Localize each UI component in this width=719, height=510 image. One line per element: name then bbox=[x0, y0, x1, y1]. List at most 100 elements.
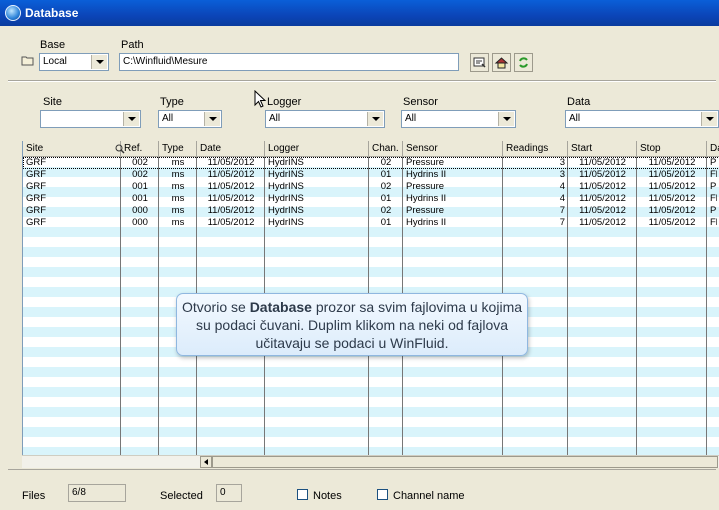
chevron-down-icon[interactable] bbox=[91, 55, 107, 69]
selected-count-field: 0 bbox=[216, 484, 242, 502]
home-icon bbox=[494, 57, 509, 69]
cell-sensor: Pressure bbox=[406, 181, 445, 192]
column-header-ref[interactable]: Ref. bbox=[121, 141, 159, 157]
cell-type: ms bbox=[171, 169, 185, 180]
sensor-filter-select[interactable]: All bbox=[401, 110, 516, 128]
files-count: 6/8 bbox=[72, 487, 86, 498]
type-filter-value: All bbox=[162, 113, 174, 124]
path-value: C:\Winfluid\Mesure bbox=[123, 56, 208, 67]
table-row[interactable]: GRF 002 ms 11/05/2012 HydrINS 02 Pressure 3 11/0… bbox=[23, 157, 719, 169]
sensor-filter-label: Sensor bbox=[403, 96, 438, 108]
cell-ref: 002 bbox=[132, 169, 148, 180]
horizontal-scrollbar[interactable] bbox=[22, 455, 719, 468]
base-select-value: Local bbox=[43, 56, 67, 67]
refresh-button[interactable] bbox=[514, 53, 533, 72]
cell-site: GRF bbox=[26, 157, 47, 168]
base-select[interactable]: Local bbox=[39, 53, 109, 71]
logger-filter-select[interactable]: All bbox=[265, 110, 385, 128]
cell-readings: 7 bbox=[559, 217, 565, 228]
column-header-chan[interactable]: Chan. bbox=[369, 141, 403, 157]
chevron-down-icon[interactable] bbox=[204, 112, 220, 126]
cell-logger: HydrINS bbox=[268, 193, 304, 204]
chevron-down-icon[interactable] bbox=[498, 112, 514, 126]
cell-ref: 001 bbox=[132, 193, 148, 204]
base-label: Base bbox=[40, 39, 66, 51]
cell-site: GRF bbox=[26, 193, 47, 204]
type-filter-select[interactable]: All bbox=[158, 110, 222, 128]
cell-chan: 01 bbox=[380, 193, 392, 204]
cell-sensor: Hydrins II bbox=[406, 193, 447, 204]
callout-text-bold: Database bbox=[249, 299, 312, 315]
cell-chan: 02 bbox=[380, 205, 392, 216]
row-indicator-column bbox=[8, 141, 23, 455]
cell-data: Pr bbox=[710, 205, 717, 216]
channel-name-label: Channel name bbox=[393, 490, 465, 502]
chevron-down-icon[interactable] bbox=[367, 112, 383, 126]
cell-site: GRF bbox=[26, 181, 47, 192]
magnifier-sort-icon[interactable] bbox=[115, 144, 125, 154]
data-filter-value: All bbox=[569, 113, 581, 124]
column-header-data[interactable]: Da bbox=[707, 141, 719, 157]
cell-site: GRF bbox=[26, 205, 47, 216]
cell-date: 11/05/2012 bbox=[207, 217, 255, 228]
cell-chan: 01 bbox=[380, 169, 392, 180]
channel-name-checkbox[interactable] bbox=[377, 489, 388, 500]
selected-count: 0 bbox=[220, 487, 226, 498]
cell-ref: 000 bbox=[132, 205, 148, 216]
files-count-field: 6/8 bbox=[68, 484, 126, 502]
scroll-thumb[interactable] bbox=[212, 456, 718, 468]
type-filter-label: Type bbox=[160, 96, 184, 108]
cell-date: 11/05/2012 bbox=[207, 181, 255, 192]
cell-stop: 11/05/2012 bbox=[648, 193, 696, 204]
cell-logger: HydrINS bbox=[268, 205, 304, 216]
table-row[interactable]: GRF 001 ms 11/05/2012 HydrINS 02 Pressure 4 11/0… bbox=[23, 181, 719, 193]
path-input[interactable]: C:\Winfluid\Mesure bbox=[119, 53, 459, 71]
chevron-down-icon[interactable] bbox=[701, 112, 717, 126]
cell-data: Flo bbox=[710, 193, 717, 204]
cell-sensor: Pressure bbox=[406, 205, 445, 216]
column-header-type[interactable]: Type bbox=[159, 141, 197, 157]
cell-start: 11/05/2012 bbox=[579, 157, 626, 168]
column-header-date[interactable]: Date bbox=[197, 141, 265, 157]
cell-sensor: Hydrins II bbox=[406, 169, 447, 180]
callout-text-1: Otvorio se bbox=[181, 299, 250, 315]
table-row[interactable]: GRF 002 ms 11/05/2012 HydrINS 01 Hydrins II 3 11… bbox=[23, 169, 719, 181]
cell-logger: HydrINS bbox=[268, 217, 304, 228]
home-button[interactable] bbox=[492, 53, 511, 72]
status-separator bbox=[8, 469, 716, 470]
column-header-site[interactable]: Site bbox=[23, 141, 121, 157]
column-header-logger[interactable]: Logger bbox=[265, 141, 369, 157]
table-row[interactable]: GRF 000 ms 11/05/2012 HydrINS 02 Pressure 7 11/0… bbox=[23, 205, 719, 217]
cell-date: 11/05/2012 bbox=[207, 169, 255, 180]
browse-button[interactable] bbox=[470, 53, 489, 72]
cell-logger: HydrINS bbox=[268, 157, 304, 168]
column-header-readings[interactable]: Readings bbox=[503, 141, 568, 157]
cell-sensor: Hydrins II bbox=[406, 217, 447, 228]
data-filter-label: Data bbox=[567, 96, 591, 108]
cell-type: ms bbox=[171, 217, 185, 228]
cell-type: ms bbox=[171, 193, 185, 204]
cell-start: 11/05/2012 bbox=[579, 205, 626, 216]
folder-icon bbox=[21, 55, 35, 66]
column-header-stop[interactable]: Stop bbox=[637, 141, 707, 157]
cell-chan: 01 bbox=[380, 217, 392, 228]
cell-stop: 11/05/2012 bbox=[648, 169, 696, 180]
cell-data: Pr bbox=[710, 157, 717, 168]
cell-data: Pr bbox=[710, 181, 717, 192]
chevron-down-icon[interactable] bbox=[123, 112, 139, 126]
column-header-start[interactable]: Start bbox=[568, 141, 637, 157]
cell-readings: 4 bbox=[559, 181, 565, 192]
data-filter-select[interactable]: All bbox=[565, 110, 719, 128]
cell-ref: 000 bbox=[132, 217, 148, 228]
scroll-left-arrow[interactable] bbox=[200, 456, 212, 468]
browse-icon bbox=[473, 57, 486, 68]
files-label: Files bbox=[22, 490, 46, 502]
table-row[interactable]: GRF 001 ms 11/05/2012 HydrINS 01 Hydrins II 4 11… bbox=[23, 193, 719, 205]
cell-readings: 7 bbox=[559, 205, 565, 216]
site-filter-select[interactable] bbox=[40, 110, 141, 128]
notes-checkbox[interactable] bbox=[297, 489, 308, 500]
column-header-sensor[interactable]: Sensor bbox=[403, 141, 503, 157]
cell-site: GRF bbox=[26, 169, 47, 180]
cell-stop: 11/05/2012 bbox=[648, 205, 696, 216]
table-row[interactable]: GRF 000 ms 11/05/2012 HydrINS 01 Hydrins II 7 11… bbox=[23, 217, 719, 229]
